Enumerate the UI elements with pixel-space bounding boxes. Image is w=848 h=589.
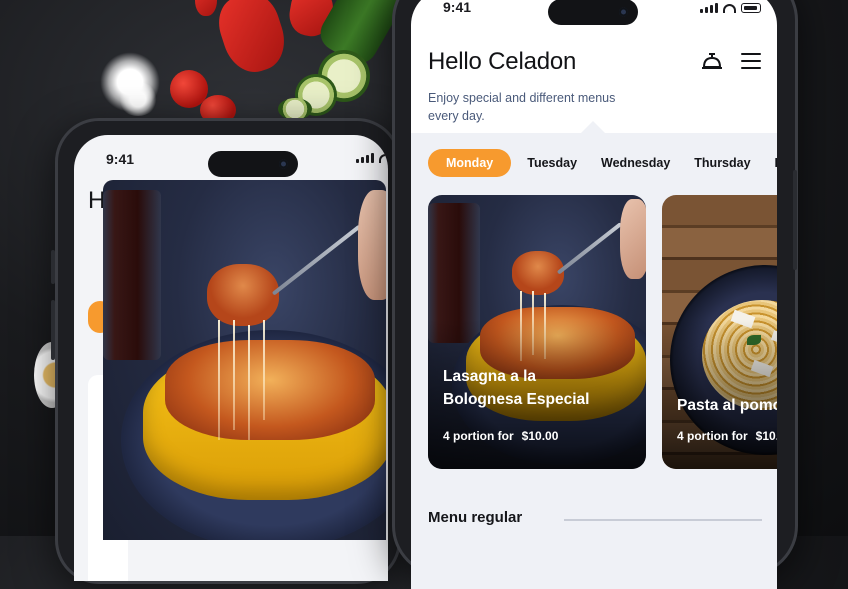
card-title: Pasta al pomodoro bbox=[677, 397, 777, 414]
tab-thursday[interactable]: Thursday bbox=[686, 149, 758, 177]
signal-icon bbox=[356, 153, 374, 163]
menu-card-pasta[interactable]: Pasta al pomodoro 4 portion for $10.00 bbox=[662, 195, 777, 469]
price-value: $10.00 bbox=[755, 429, 777, 443]
menu-card-lasagna[interactable]: Lasagna a la Bolognesa Especial 4 portio… bbox=[428, 195, 646, 469]
cheese-strand bbox=[248, 325, 250, 440]
cheese-strand bbox=[233, 320, 235, 430]
cheese-strand bbox=[218, 320, 220, 440]
card-price: 4 portion for $10.00 bbox=[443, 429, 558, 443]
red-pepper-decoration bbox=[211, 0, 293, 80]
section-title: Menu regular bbox=[428, 509, 523, 526]
side-button bbox=[793, 170, 797, 270]
status-time: 9:41 bbox=[443, 0, 472, 15]
card-title: Lasagna a la Bolognesa Especial bbox=[443, 368, 590, 408]
dynamic-island bbox=[548, 0, 638, 25]
lasagna-bite-image bbox=[207, 264, 279, 326]
camera-icon bbox=[279, 159, 288, 169]
right-phone-frame: 9:41 Hello Celadon Enjoy special and dif… bbox=[392, 0, 798, 589]
portion-label: 4 portion for bbox=[677, 429, 748, 443]
lasagna-bite-image bbox=[512, 251, 564, 295]
status-time: 9:41 bbox=[106, 151, 135, 167]
bell-icon[interactable] bbox=[701, 52, 723, 72]
side-button bbox=[51, 250, 55, 284]
status-icons bbox=[700, 3, 761, 13]
camera-icon bbox=[619, 7, 628, 17]
greeting-title: Hello Celadon bbox=[428, 48, 577, 75]
portion-label: 4 portion for bbox=[443, 429, 514, 443]
price-value: $10.00 bbox=[521, 429, 559, 443]
card-price: 4 portion for $10.00 bbox=[677, 429, 777, 443]
cheese-strand bbox=[263, 320, 265, 420]
zucchini-slice-decoration bbox=[278, 98, 312, 120]
red-pepper-decoration bbox=[195, 0, 217, 16]
hand-image bbox=[620, 199, 646, 279]
fork-image bbox=[271, 224, 361, 296]
panel-pointer bbox=[581, 121, 605, 133]
greeting-subtitle: Enjoy special and different menus every … bbox=[428, 91, 616, 123]
lasagna-image bbox=[165, 340, 375, 440]
hand-image bbox=[358, 190, 386, 300]
tab-monday[interactable]: Monday bbox=[428, 149, 512, 177]
glass-image bbox=[103, 190, 161, 360]
wifi-icon bbox=[379, 154, 388, 163]
fork-image bbox=[556, 222, 623, 275]
lasagna-photo-large bbox=[103, 180, 386, 540]
salt-decoration bbox=[118, 82, 158, 116]
day-tabs: Monday Tuesday Wednesday Thursday Friday bbox=[428, 149, 777, 177]
hamburger-menu-icon[interactable] bbox=[741, 53, 761, 69]
tab-wednesday[interactable]: Wednesday bbox=[593, 149, 678, 177]
right-phone-screen: 9:41 Hello Celadon Enjoy special and dif… bbox=[411, 0, 777, 589]
dynamic-island bbox=[208, 151, 298, 177]
tab-tuesday[interactable]: Tuesday bbox=[519, 149, 585, 177]
wifi-icon bbox=[723, 4, 736, 13]
battery-icon bbox=[741, 3, 761, 13]
side-button bbox=[51, 300, 55, 360]
section-divider bbox=[564, 519, 762, 521]
status-icons bbox=[356, 153, 388, 163]
signal-icon bbox=[700, 3, 718, 13]
tab-friday[interactable]: Friday bbox=[767, 149, 777, 177]
